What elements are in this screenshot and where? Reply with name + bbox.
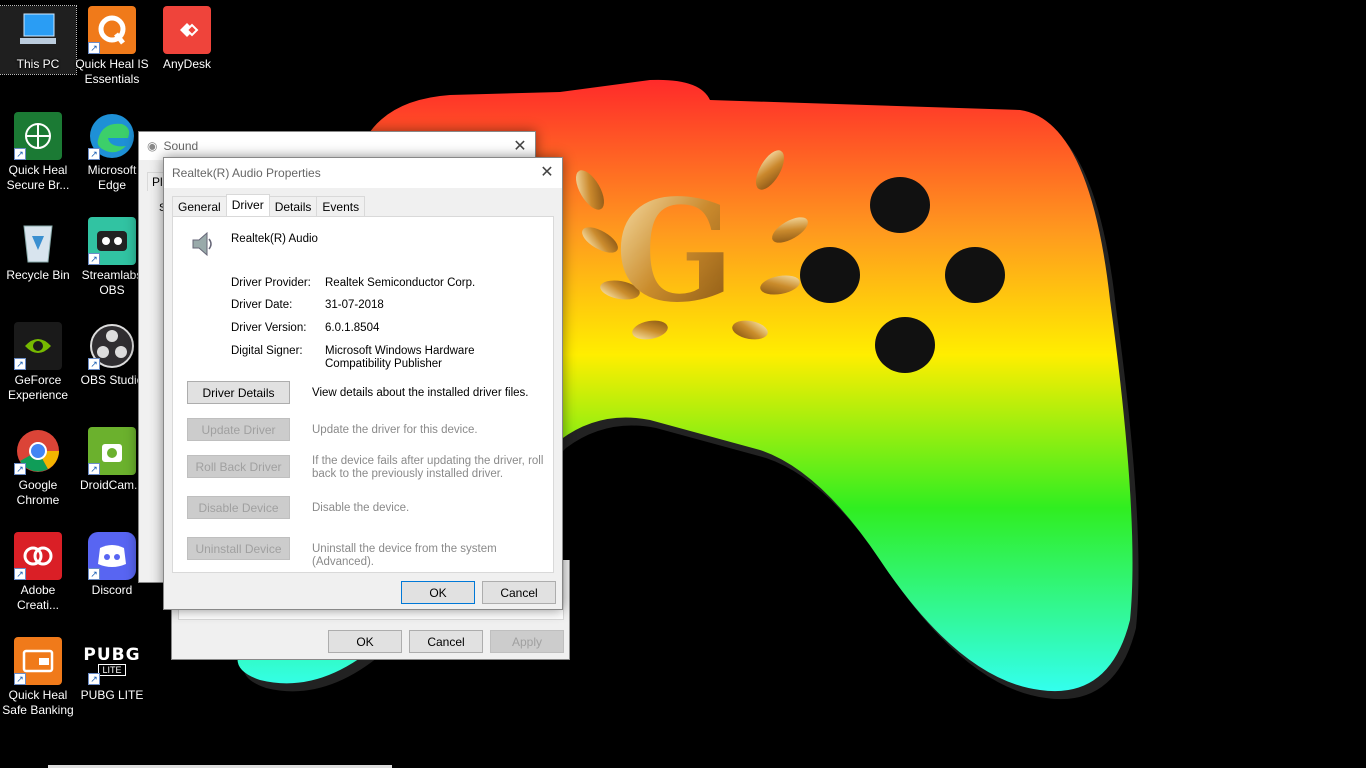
sound-ok-button[interactable]: OK	[328, 630, 402, 653]
desktop-icon-this-pc[interactable]: This PC	[0, 5, 77, 75]
icon-label: GeForce Experience	[7, 373, 69, 402]
driver-tab-panel: Realtek(R) Audio Driver Provider: Realte…	[172, 216, 554, 573]
tab-events[interactable]: Events	[316, 196, 366, 216]
icon-label: Adobe Creati...	[16, 583, 59, 612]
tab-driver[interactable]: Driver	[225, 194, 270, 216]
shortcut-arrow-icon: ↗	[14, 568, 26, 580]
shortcut-arrow-icon: ↗	[14, 358, 26, 370]
roll-back-driver-desc: If the device fails after updating the d…	[312, 455, 544, 480]
realtek-properties-window[interactable]: Realtek(R) Audio Properties ✕ General Dr…	[163, 157, 563, 610]
desktop-icon-adobe-cc[interactable]: ↗ Adobe Creati...	[0, 532, 76, 613]
desktop-icon-anydesk[interactable]: AnyDesk	[149, 6, 225, 72]
shortcut-arrow-icon: ↗	[88, 673, 100, 685]
droidcam-icon: ↗	[88, 427, 136, 475]
sound-window-title: Sound	[163, 139, 199, 153]
safe-banking-icon: ↗	[14, 637, 62, 685]
device-name: Realtek(R) Audio	[231, 233, 318, 245]
desktop-icon-chrome[interactable]: ↗ Google Chrome	[0, 427, 76, 508]
icon-label: Google Chrome	[16, 478, 60, 507]
desktop-icon-quick-heal[interactable]: ↗ Quick Heal IS Essentials	[74, 6, 150, 87]
shortcut-arrow-icon: ↗	[14, 673, 26, 685]
quick-heal-icon: ↗	[88, 6, 136, 54]
icon-label: AnyDesk	[162, 57, 212, 71]
sound-cancel-button[interactable]: Cancel	[409, 630, 483, 653]
driver-version-label: Driver Version:	[231, 322, 307, 334]
edge-icon: ↗	[88, 112, 136, 160]
desktop-icon-safe-banking[interactable]: ↗ Quick Heal Safe Banking	[0, 637, 76, 718]
icon-label: PUBG LITE	[80, 688, 144, 702]
driver-details-desc: View details about the installed driver …	[312, 387, 529, 399]
roll-back-driver-button[interactable]: Roll Back Driver	[187, 455, 290, 478]
discord-icon: ↗	[88, 532, 136, 580]
computer-icon	[14, 6, 62, 54]
svg-text:G: G	[615, 170, 735, 334]
shortcut-arrow-icon: ↗	[88, 148, 100, 160]
driver-provider-label: Driver Provider:	[231, 277, 311, 289]
shortcut-arrow-icon: ↗	[14, 148, 26, 160]
digital-signer-value: Microsoft Windows Hardware Compatibility…	[325, 345, 475, 370]
shortcut-arrow-icon: ↗	[88, 463, 100, 475]
shortcut-arrow-icon: ↗	[88, 358, 100, 370]
adobe-cc-icon: ↗	[14, 532, 62, 580]
icon-label: Quick Heal Safe Banking	[2, 688, 74, 717]
disable-device-desc: Disable the device.	[312, 502, 410, 514]
driver-provider-value: Realtek Semiconductor Corp.	[325, 277, 476, 289]
driver-date-value: 31-07-2018	[325, 299, 384, 311]
sound-titlebar[interactable]: ◉ Sound ✕	[139, 132, 535, 160]
driver-version-value: 6.0.1.8504	[325, 322, 380, 334]
obs-icon: ↗	[88, 322, 136, 370]
speaker-small-icon: ◉	[147, 139, 158, 153]
driver-date-label: Driver Date:	[231, 299, 293, 311]
icon-label: Discord	[91, 583, 133, 597]
tab-general[interactable]: General	[172, 196, 227, 216]
ok-button[interactable]: OK	[401, 581, 475, 604]
anydesk-icon	[163, 6, 211, 54]
pubg-logo-text: PUBG	[83, 645, 141, 665]
speaker-icon	[187, 229, 217, 259]
streamlabs-icon: ↗	[88, 217, 136, 265]
icon-label: Quick Heal IS Essentials	[75, 57, 149, 86]
recycle-bin-icon	[14, 217, 62, 265]
shortcut-arrow-icon: ↗	[88, 42, 100, 54]
tab-details[interactable]: Details	[268, 196, 318, 216]
icon-label: Quick Heal Secure Br...	[6, 163, 70, 192]
driver-details-button[interactable]: Driver Details	[187, 381, 290, 404]
update-driver-desc: Update the driver for this device.	[312, 424, 478, 436]
desktop-icon-pubg[interactable]: PUBG LITE ↗ PUBG LITE	[74, 637, 150, 703]
pubg-logo-subtext: LITE	[98, 664, 126, 676]
cancel-button[interactable]: Cancel	[482, 581, 556, 604]
disable-device-button[interactable]: Disable Device	[187, 496, 290, 519]
uninstall-device-desc: Uninstall the device from the system (Ad…	[312, 543, 497, 568]
quick-heal-browser-icon: ↗	[14, 112, 62, 160]
icon-label: This PC	[16, 57, 60, 71]
desktop-icon-quick-heal-browser[interactable]: ↗ Quick Heal Secure Br...	[0, 112, 76, 193]
properties-window-title: Realtek(R) Audio Properties	[172, 166, 321, 180]
desktop-icon-recycle-bin[interactable]: Recycle Bin	[0, 217, 76, 283]
pubg-icon: PUBG LITE ↗	[83, 637, 140, 685]
update-driver-button[interactable]: Update Driver	[187, 418, 290, 441]
icon-label: Recycle Bin	[6, 268, 70, 282]
shortcut-arrow-icon: ↗	[88, 568, 100, 580]
tab-strip: General Driver Details Events	[172, 194, 366, 216]
sound-apply-button[interactable]: Apply	[490, 630, 564, 653]
digital-signer-label: Digital Signer:	[231, 345, 303, 357]
nvidia-icon: ↗	[14, 322, 62, 370]
properties-titlebar[interactable]: Realtek(R) Audio Properties ✕	[164, 158, 562, 188]
shortcut-arrow-icon: ↗	[14, 463, 26, 475]
chrome-icon: ↗	[14, 427, 62, 475]
close-icon[interactable]: ✕	[505, 132, 535, 160]
uninstall-device-button[interactable]: Uninstall Device	[187, 537, 290, 560]
close-icon[interactable]: ✕	[532, 158, 562, 186]
shortcut-arrow-icon: ↗	[88, 253, 100, 265]
desktop-icon-geforce[interactable]: ↗ GeForce Experience	[0, 322, 76, 403]
